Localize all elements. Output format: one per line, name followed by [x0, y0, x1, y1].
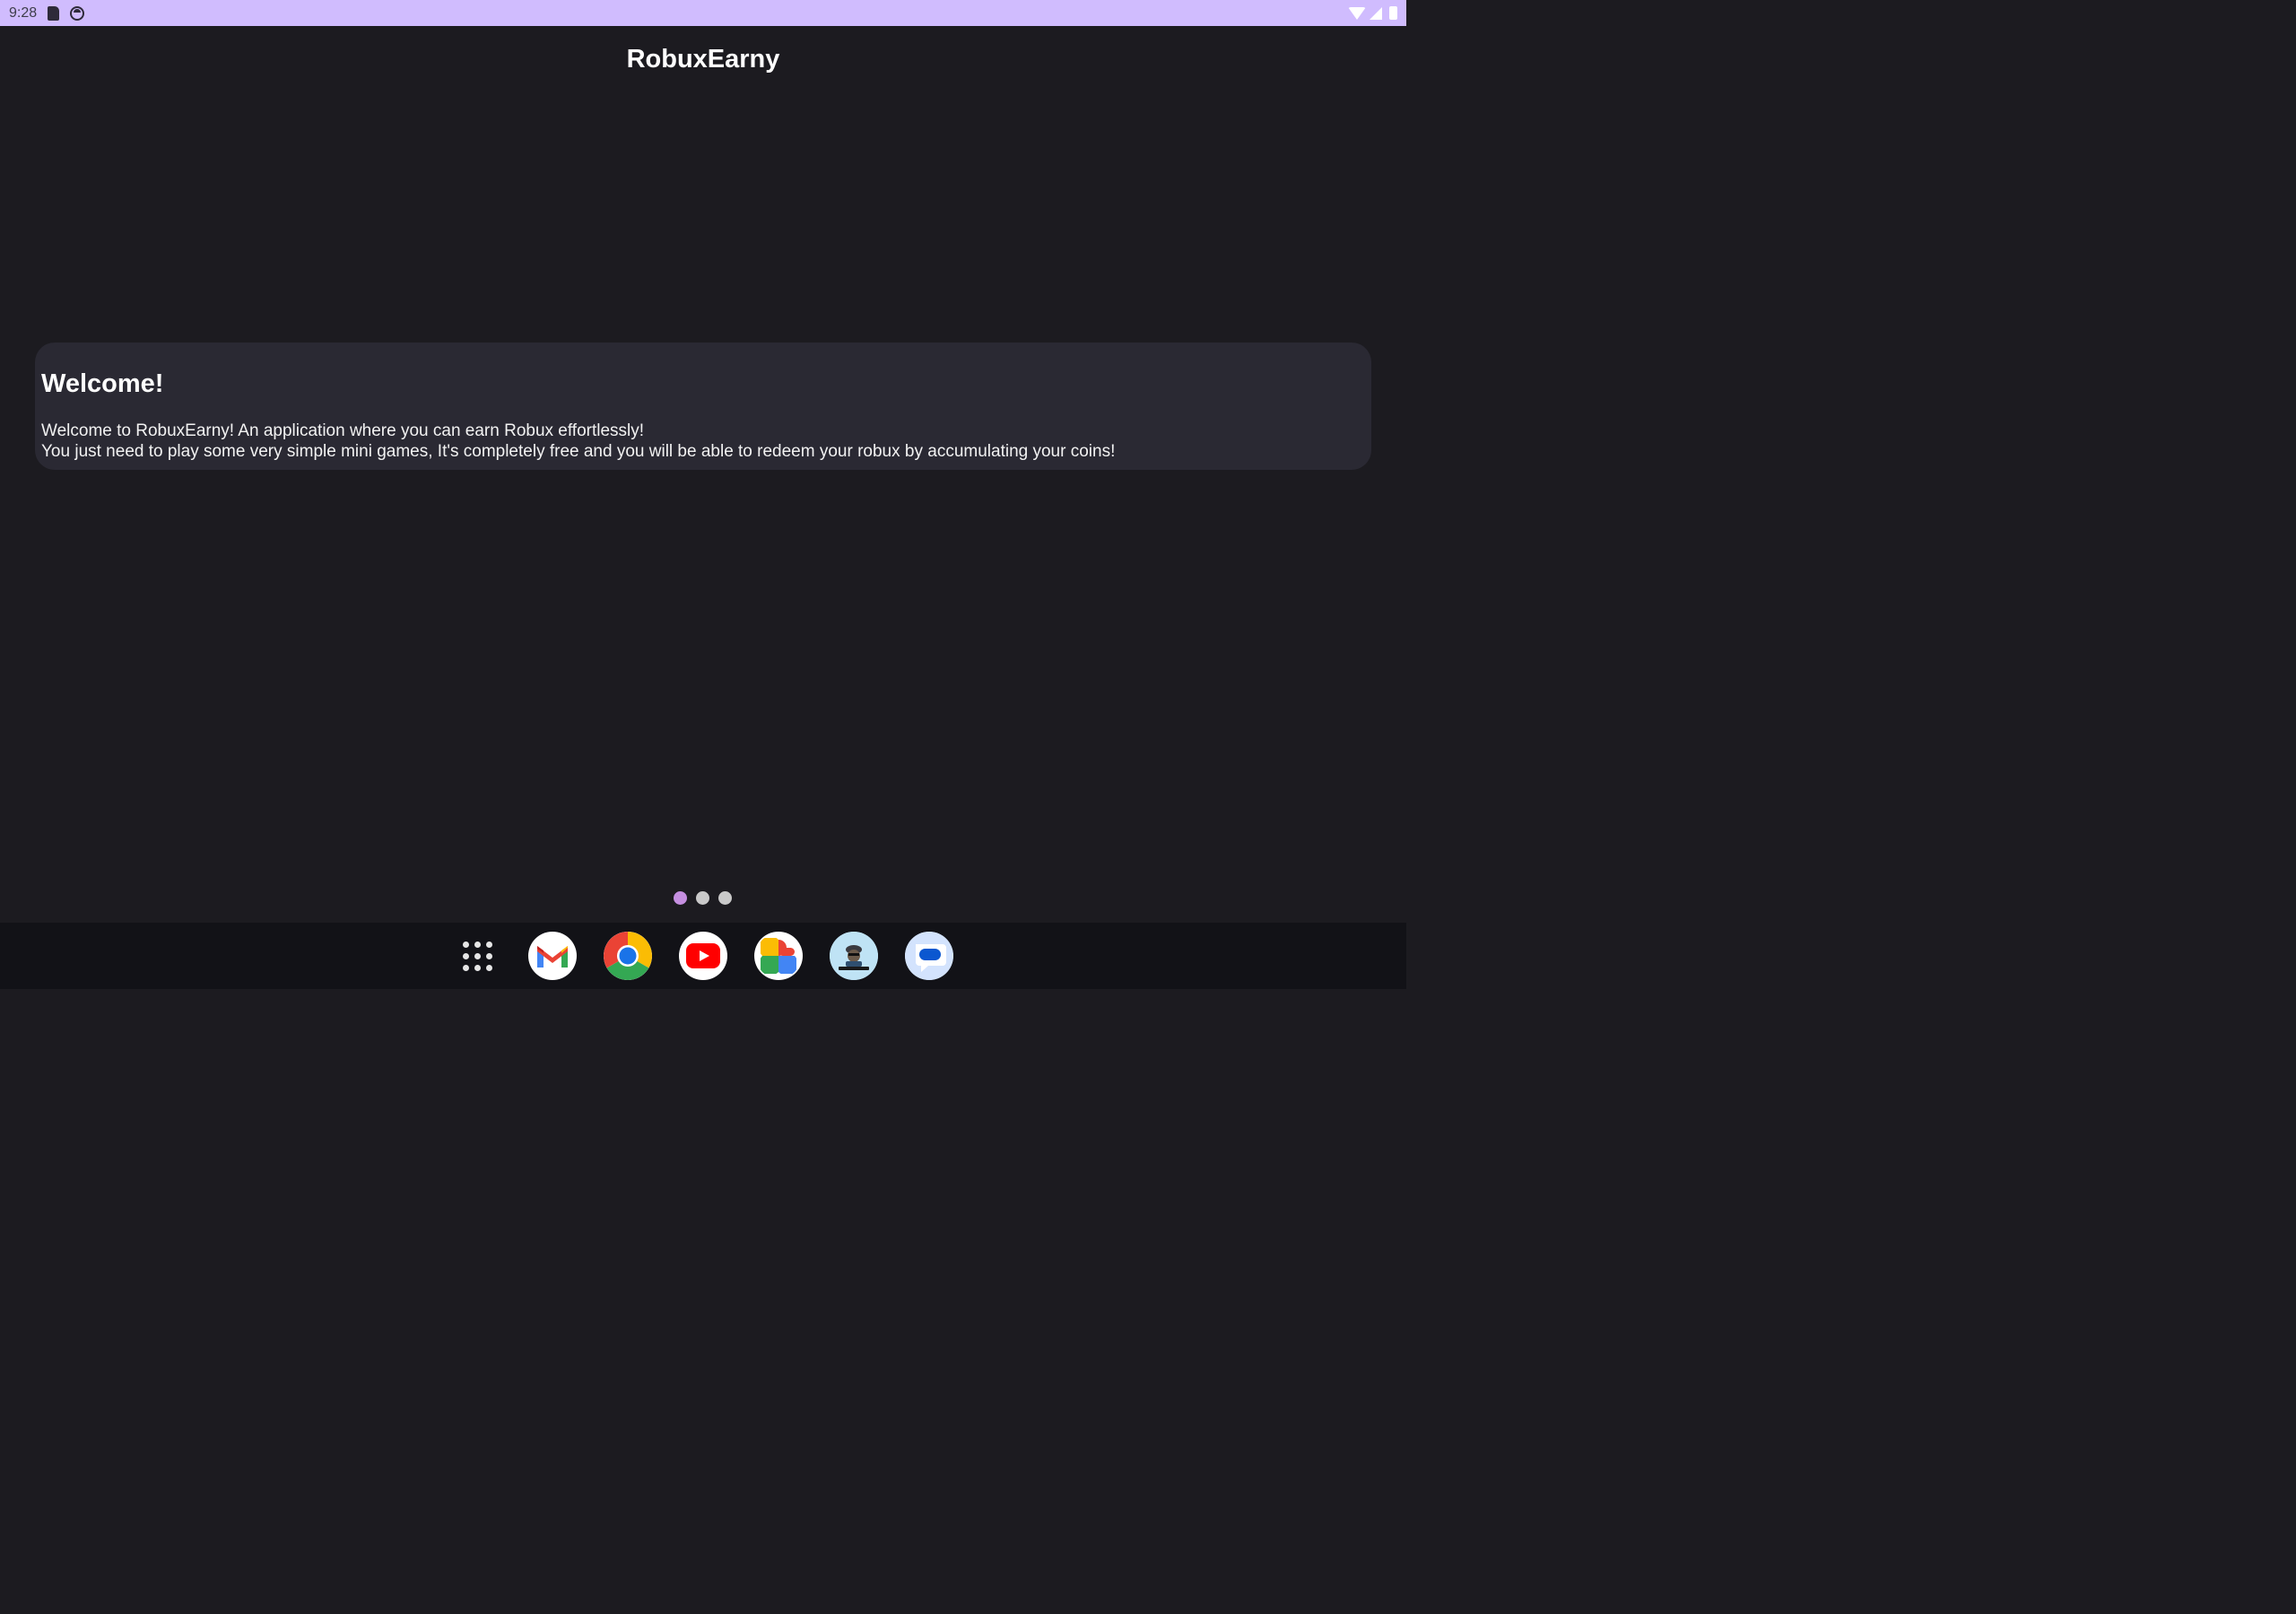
status-bar: 9:28 — [0, 0, 1406, 26]
sd-card-icon — [48, 5, 60, 21]
page-dot-3[interactable] — [718, 891, 732, 905]
photos-icon[interactable] — [754, 932, 803, 980]
app-title: RobuxEarny — [626, 45, 780, 74]
chrome-icon[interactable] — [604, 932, 652, 980]
signal-icon — [1370, 6, 1382, 20]
status-right — [1348, 6, 1397, 20]
youtube-icon[interactable] — [679, 932, 727, 980]
page-indicator — [674, 891, 732, 905]
status-time: 9:28 — [9, 4, 38, 21]
wifi-icon — [1348, 6, 1366, 20]
gmail-icon[interactable] — [528, 932, 577, 980]
app-dock — [0, 923, 1406, 989]
page-dot-1[interactable] — [674, 891, 687, 905]
messages-icon[interactable] — [905, 932, 953, 980]
battery-icon — [1389, 6, 1397, 20]
welcome-card: Welcome! Welcome to RobuxEarny! An appli… — [35, 343, 1371, 470]
card-text-line-1: Welcome to RobuxEarny! An application wh… — [41, 421, 645, 440]
card-title: Welcome! — [41, 369, 164, 398]
face-icon — [70, 5, 85, 21]
status-left: 9:28 — [9, 4, 85, 22]
card-body: Welcome to RobuxEarny! An application wh… — [41, 421, 1371, 462]
robuxearny-icon[interactable] — [830, 932, 878, 980]
page-dot-2[interactable] — [696, 891, 709, 905]
all-apps-icon[interactable] — [453, 932, 501, 980]
card-text-line-2: You just need to play some very simple m… — [41, 442, 1116, 461]
